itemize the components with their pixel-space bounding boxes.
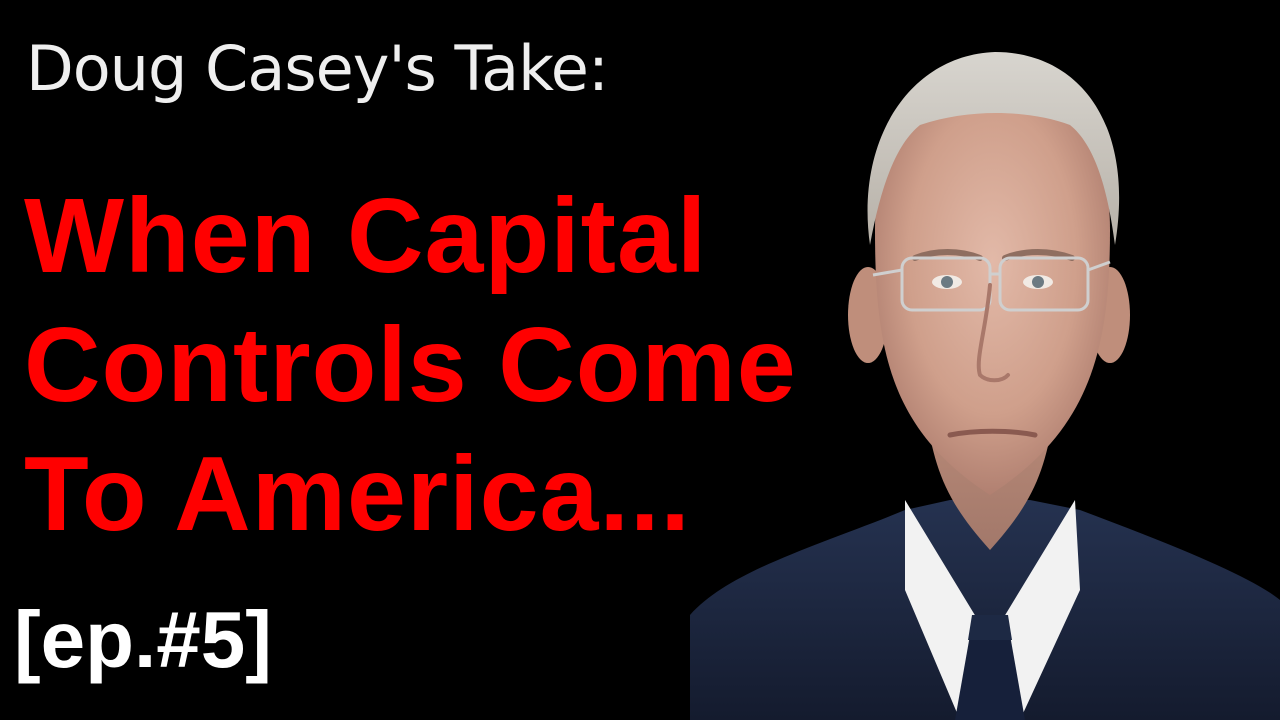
video-thumbnail: Doug Casey's Take: When Capital Controls… [0, 0, 1280, 720]
portrait-photo [690, 52, 1280, 720]
kicker-title: Doug Casey's Take: [26, 32, 609, 105]
episode-tag: [ep.#5] [14, 595, 272, 684]
headline-line-2: Controls Come [24, 306, 797, 424]
headline-line-1: When Capital [24, 177, 708, 295]
headline-line-3: To America... [24, 435, 691, 553]
